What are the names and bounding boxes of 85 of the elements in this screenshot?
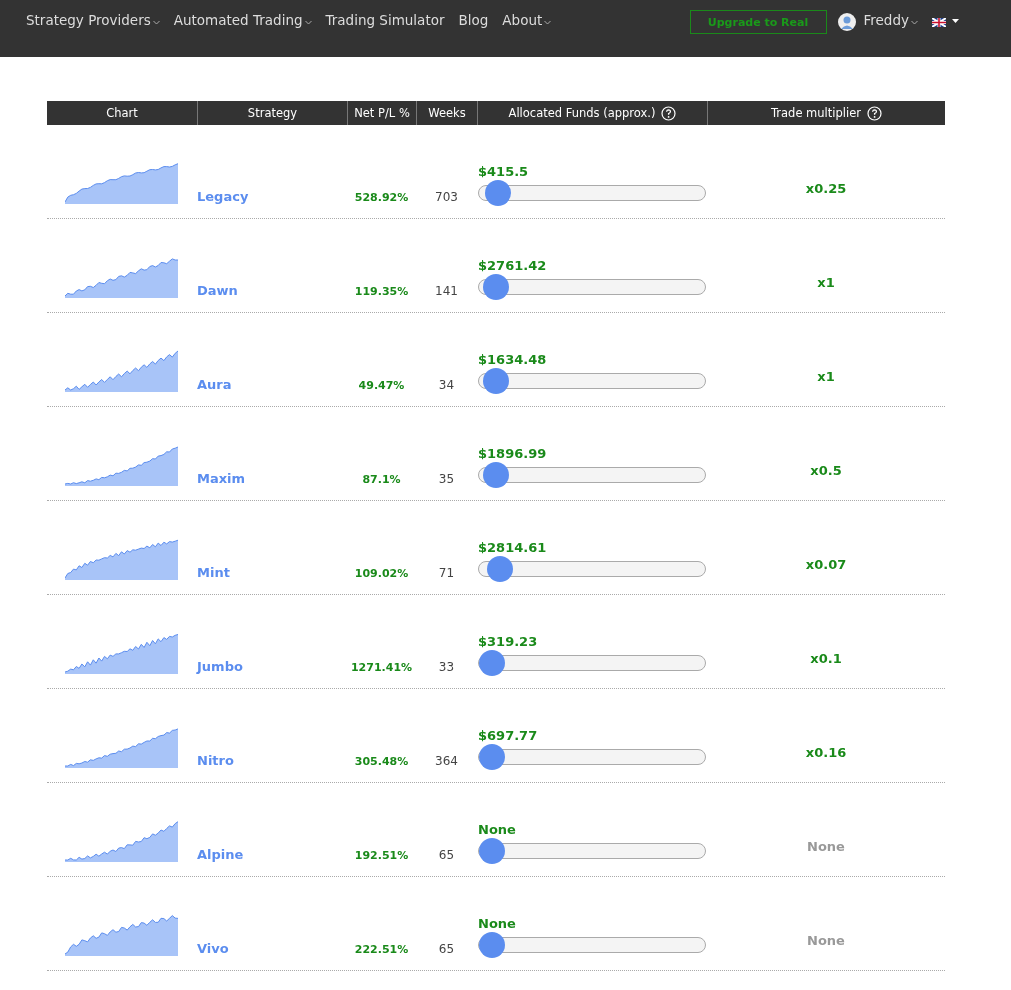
weeks-value: 65	[438, 942, 455, 956]
weeks-value: 141	[435, 284, 458, 298]
trade-multiplier-value: x0.25	[805, 181, 847, 196]
funds-slider[interactable]	[478, 744, 706, 770]
weeks-value: 35	[438, 472, 455, 486]
net-pl-value: 192.51%	[354, 849, 409, 862]
trade-multiplier-value: x1	[817, 275, 835, 290]
trade-multiplier-value: x0.07	[805, 557, 847, 572]
column-header: Strategy	[197, 101, 347, 125]
net-pl-value: 528.92%	[354, 191, 409, 204]
funds-slider[interactable]	[478, 838, 706, 864]
net-pl-value: 119.35%	[354, 285, 409, 298]
column-header: Chart	[105, 105, 139, 122]
allocated-amount: None	[478, 916, 516, 931]
funds-slider[interactable]	[478, 368, 706, 394]
strategy-link[interactable]: Dawn	[197, 283, 238, 298]
weeks-value: 33	[438, 660, 455, 674]
upgrade-button[interactable]: Upgrade to Real	[689, 10, 827, 34]
slider-thumb[interactable]	[479, 650, 505, 676]
allocated-amount: $2761.42	[478, 258, 547, 273]
slider-thumb[interactable]	[483, 368, 510, 394]
weeks-value: 364	[435, 754, 458, 768]
funds-slider[interactable]	[478, 462, 706, 488]
chevron-down-icon	[152, 19, 160, 25]
strategy-link[interactable]: Vivo	[197, 941, 229, 956]
net-pl-value: 49.47%	[358, 379, 405, 392]
slider-thumb[interactable]	[485, 180, 512, 206]
strategy-link[interactable]: Alpine	[197, 847, 244, 862]
strategy-link[interactable]: Legacy	[197, 189, 249, 204]
trade-multiplier-value: None	[807, 933, 845, 948]
net-pl-value: 305.48%	[354, 755, 409, 768]
funds-slider[interactable]	[478, 932, 706, 958]
caret-down-icon[interactable]	[952, 18, 959, 23]
column-header: Weeks	[416, 101, 477, 125]
slider-thumb[interactable]	[483, 462, 510, 488]
net-pl-value: 87.1%	[362, 473, 401, 486]
strategy-link[interactable]: Nitro	[197, 753, 234, 768]
slider-thumb[interactable]	[479, 744, 505, 770]
funds-slider[interactable]	[478, 180, 706, 206]
net-pl-value: 109.02%	[354, 567, 409, 580]
help-icon[interactable]	[867, 105, 882, 121]
allocated-amount: $1896.99	[478, 446, 547, 461]
allocated-amount: $415.5	[478, 164, 529, 179]
weeks-value: 65	[438, 848, 455, 862]
funds-slider[interactable]	[478, 274, 706, 300]
column-header: Net P/L %	[347, 101, 416, 125]
column-header: Trade multiplier	[707, 101, 945, 125]
strategy-link[interactable]: Maxim	[197, 471, 246, 486]
column-header: Allocated Funds (approx.)	[477, 101, 707, 125]
strategy-link[interactable]: Aura	[197, 377, 232, 392]
funds-slider[interactable]	[478, 650, 706, 676]
weeks-value: 703	[435, 190, 458, 204]
trade-multiplier-value: x0.5	[810, 463, 842, 478]
chevron-down-icon	[544, 19, 552, 25]
nav-link[interactable]: About	[502, 12, 552, 28]
net-pl-value: 222.51%	[354, 943, 409, 956]
nav-link[interactable]: Blog	[458, 12, 489, 28]
slider-thumb[interactable]	[487, 556, 514, 582]
nav-link[interactable]: Trading Simulator	[325, 12, 445, 28]
chevron-down-icon	[304, 19, 312, 25]
trade-multiplier-value: x0.1	[810, 651, 842, 666]
allocated-amount: $319.23	[478, 634, 538, 649]
user-menu[interactable]: Freddy	[863, 12, 918, 28]
nav-link[interactable]: Strategy Providers	[26, 12, 160, 28]
funds-slider[interactable]	[478, 556, 706, 582]
slider-thumb[interactable]	[479, 838, 505, 864]
allocated-amount: $2814.61	[478, 540, 547, 555]
strategy-link[interactable]: Mint	[197, 565, 230, 580]
trade-multiplier-value: x1	[817, 369, 835, 384]
strategy-link[interactable]: Jumbo	[197, 659, 243, 674]
weeks-value: 71	[438, 566, 455, 580]
trade-multiplier-value: x0.16	[805, 745, 847, 760]
help-icon[interactable]	[661, 105, 677, 121]
flag-icon[interactable]	[932, 17, 946, 27]
trade-multiplier-value: None	[807, 839, 845, 854]
slider-thumb[interactable]	[479, 932, 505, 958]
allocated-amount: $1634.48	[478, 352, 547, 367]
slider-thumb[interactable]	[483, 274, 510, 300]
allocated-amount: None	[478, 822, 516, 837]
net-pl-value: 1271.41%	[350, 661, 413, 674]
nav-link[interactable]: Automated Trading	[173, 12, 312, 28]
chevron-down-icon	[911, 19, 918, 25]
avatar-icon	[837, 13, 856, 31]
allocated-amount: $697.77	[478, 728, 538, 743]
weeks-value: 34	[438, 378, 455, 392]
